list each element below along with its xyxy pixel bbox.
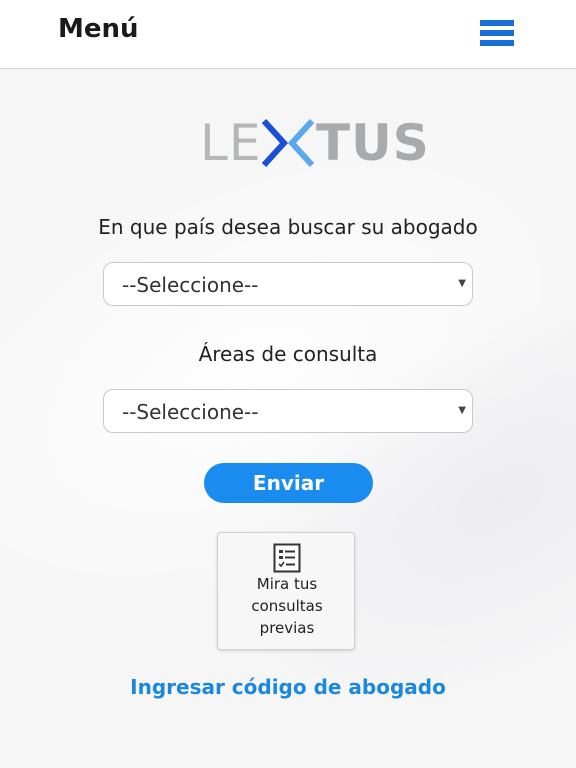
area-select-value: --Seleccione--	[122, 400, 259, 424]
logo-x-icon	[261, 118, 315, 168]
hamburger-bar	[480, 20, 514, 26]
hamburger-menu-icon[interactable]	[480, 20, 514, 46]
card-line: previas	[259, 619, 315, 637]
chevron-down-icon: ▼	[458, 278, 466, 289]
country-select[interactable]: --Seleccione-- ▼	[103, 262, 473, 306]
country-select-value: --Seleccione--	[122, 273, 259, 297]
previous-consultations-button[interactable]: Mira tus consultas previas	[217, 532, 355, 650]
main-content: LE TUS En que país desea buscar su aboga…	[0, 69, 576, 768]
menu-title: Menú	[58, 14, 139, 44]
logo-text-tus: TUS	[316, 114, 430, 172]
card-line: Mira tus	[256, 575, 318, 593]
country-label: En que país desea buscar su abogado	[98, 215, 478, 239]
enter-lawyer-code-link[interactable]: Ingresar código de abogado	[0, 675, 576, 699]
lextus-logo: LE TUS	[200, 117, 430, 169]
send-button[interactable]: Enviar	[204, 463, 373, 503]
hamburger-bar	[480, 40, 514, 46]
top-bar: Menú	[0, 0, 576, 69]
card-line: consultas	[251, 597, 323, 615]
area-label: Áreas de consulta	[198, 342, 378, 366]
hamburger-bar	[480, 30, 514, 36]
previous-consultations-label: Mira tus consultas previas	[218, 573, 356, 639]
area-select[interactable]: --Seleccione-- ▼	[103, 389, 473, 433]
checklist-document-icon	[273, 543, 301, 573]
chevron-down-icon: ▼	[458, 405, 466, 416]
logo-text-le: LE	[200, 114, 262, 172]
